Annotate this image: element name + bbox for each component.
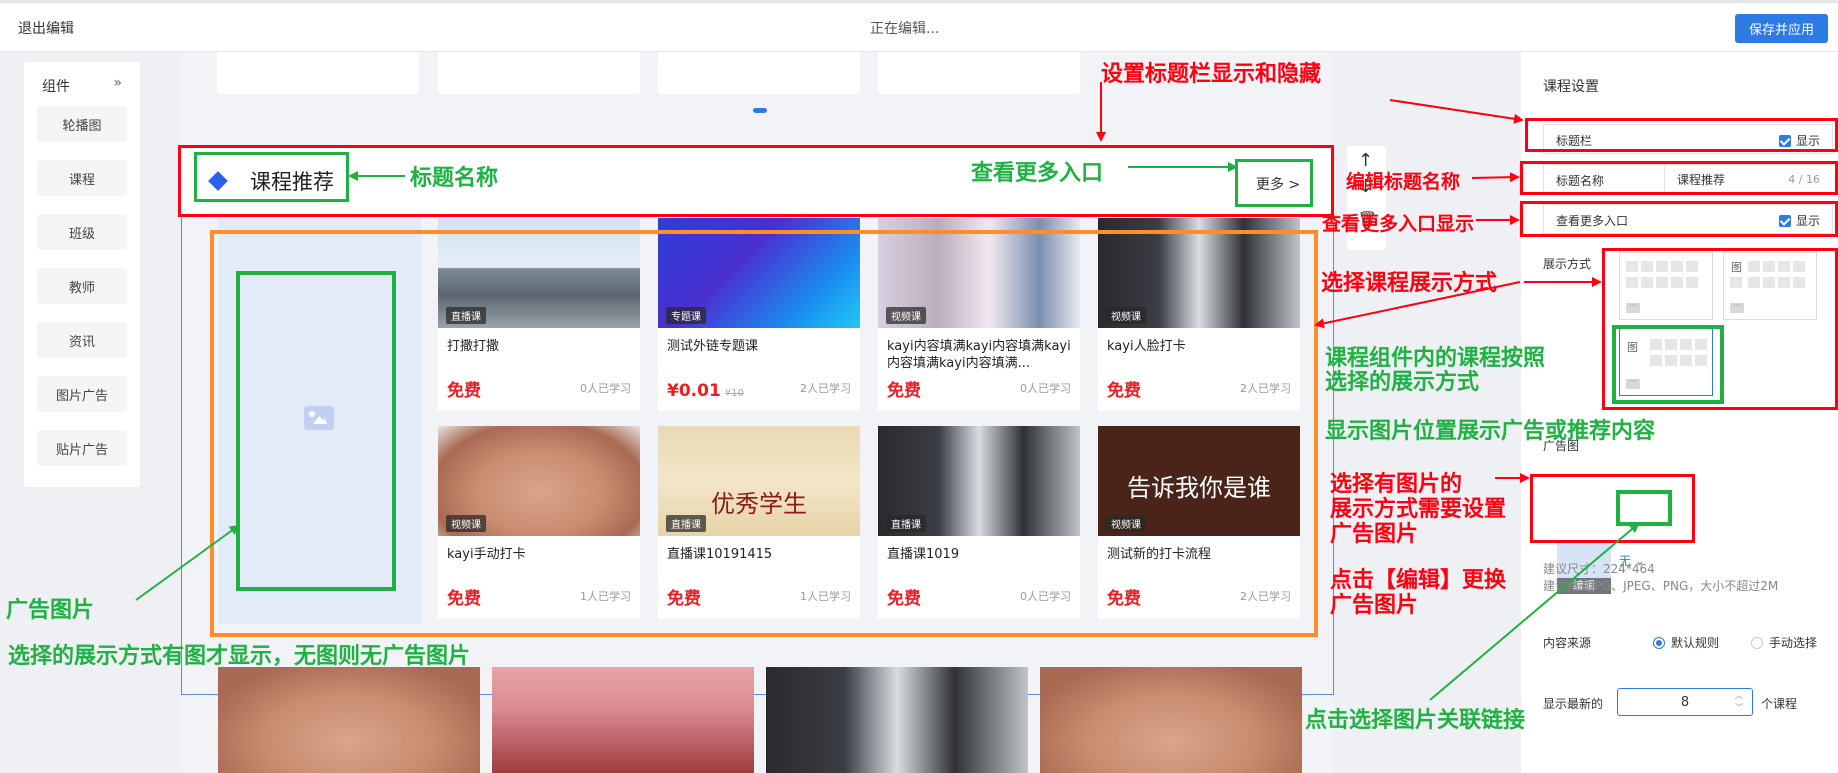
editing-status: 正在编辑... [870, 21, 940, 37]
carousel-card [878, 52, 1080, 94]
next-component-image [218, 667, 480, 773]
annotation-choose-display: 选择课程展示方式 [1321, 270, 1498, 296]
annotation-course-by-mode-2: 选择的展示方式 [1325, 369, 1480, 395]
source-manual-radio[interactable]: 手动选择 [1751, 634, 1817, 651]
component-image-ad[interactable]: 图片广告 [37, 376, 127, 412]
annotation-more-entry: 查看更多入口 [971, 160, 1104, 186]
annotation-ad-image: 广告图片 [6, 597, 95, 623]
component-patch-ad[interactable]: 贴片广告 [37, 430, 127, 466]
section-header-bar[interactable]: 课程推荐 更多 > [178, 145, 1334, 217]
carousel-indicator[interactable] [753, 108, 767, 113]
annotation-image-position: 显示图片位置展示广告或推荐内容 [1325, 418, 1656, 444]
source-default-radio[interactable]: 默认规则 [1653, 634, 1719, 651]
latest-count-label: 显示最新的 [1543, 697, 1604, 711]
ad-image-highlight [236, 271, 396, 591]
latest-count-suffix: 个课程 [1761, 697, 1798, 711]
save-and-apply-button[interactable]: 保存并应用 [1735, 14, 1828, 43]
carousel-card [658, 52, 860, 94]
exit-edit-link[interactable]: 退出编辑 [18, 18, 74, 38]
component-teacher[interactable]: 教师 [37, 268, 127, 304]
content-source-label: 内容来源 [1543, 636, 1592, 650]
display-mode-label: 展示方式 [1543, 257, 1592, 271]
annotation-box-title-bar [1525, 118, 1838, 152]
component-course[interactable]: 课程 [37, 160, 127, 196]
radio-checked-icon [1653, 637, 1665, 649]
annotation-click-link: 点击选择图片关联链接 [1305, 707, 1526, 733]
top-bar: 退出编辑 正在编辑... 保存并应用 [0, 0, 1838, 52]
annotation-ad-image-note: 选择的展示方式有图才显示，无图则无广告图片 [8, 643, 471, 669]
components-header: 组件 » [24, 62, 140, 106]
stepper-arrows-icon[interactable]: ︿ ﹀ [1735, 690, 1743, 714]
ad-format-hint: 建议格式JPG、JPEG、PNG，大小不超过2M [1543, 579, 1779, 593]
annotation-box-title-name [1520, 161, 1838, 195]
annotation-box-link-select [1616, 490, 1672, 526]
carousel-card [438, 52, 640, 94]
annotation-more-entry-display: 查看更多入口显示 [1322, 213, 1475, 235]
ad-size-hint: 建议尺寸：224*464 [1543, 562, 1655, 576]
components-title: 组件 [42, 79, 70, 95]
component-class[interactable]: 班级 [37, 214, 127, 250]
annotation-title-name: 标题名称 [410, 165, 499, 191]
more-link[interactable]: 更多 > [1256, 174, 1300, 194]
double-chevron-right-icon[interactable]: » [113, 75, 122, 91]
annotation-click-edit-2: 广告图片 [1330, 592, 1419, 618]
annotation-box-selected-mode [1612, 325, 1724, 404]
annotation-edit-title-name: 编辑标题名称 [1346, 171, 1461, 193]
section-title: 课程推荐 [250, 170, 334, 194]
carousel-card [217, 52, 419, 94]
annotation-box-more-entry [1520, 201, 1838, 237]
annotation-need-ad-3: 广告图片 [1330, 521, 1419, 547]
component-carousel[interactable]: 轮播图 [37, 106, 127, 142]
next-component-image [766, 667, 1028, 773]
next-component-image [1040, 667, 1302, 773]
settings-title: 课程设置 [1543, 79, 1599, 95]
component-news[interactable]: 资讯 [37, 322, 127, 358]
radio-unchecked-icon [1751, 637, 1763, 649]
next-component-image [492, 667, 754, 773]
latest-count-input[interactable] [1617, 688, 1753, 716]
components-panel: 组件 » 轮播图 课程 班级 教师 资讯 图片广告 贴片广告 [24, 62, 140, 487]
annotation-title-bar-toggle: 设置标题栏显示和隐藏 [1101, 61, 1322, 87]
